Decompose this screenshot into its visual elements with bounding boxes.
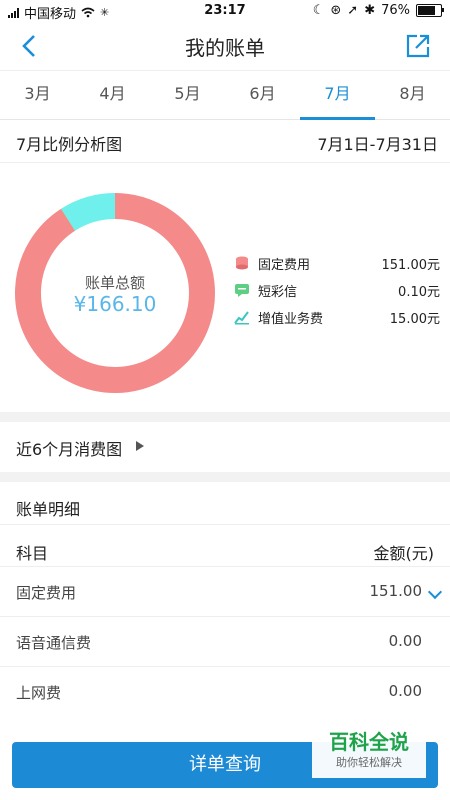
location-icon: ➚ [347, 3, 359, 18]
table-row[interactable]: 固定费用 151.00 [0, 566, 450, 617]
legend-label: 短彩信 [258, 284, 298, 300]
table-row: 上网费 0.00 [0, 666, 450, 717]
battery-icon [416, 4, 444, 17]
status-bar: 中国移动 ✳ 23:17 ☾ ⊛ ➚ ✱ 76% [0, 0, 450, 22]
table-row: 语音通信费 0.00 [0, 616, 450, 667]
donut-slice [61, 193, 116, 231]
tab-month[interactable]: 5月 [150, 71, 225, 119]
legend-value: 0.10元 [398, 284, 440, 300]
battery-fill [418, 6, 435, 15]
expand-triangle-icon [136, 441, 144, 451]
section-divider [0, 472, 450, 482]
page-title: 我的账单 [185, 36, 265, 60]
watermark-title: 百科全说 [329, 730, 409, 754]
legend-value: 151.00元 [381, 257, 441, 273]
row-amount: 0.00 [388, 632, 422, 650]
recent-consumption-label: 近6个月消费图 [16, 440, 123, 459]
row-item: 上网费 [16, 684, 62, 702]
watermark: 百科全说 助你轻松解决 [312, 722, 426, 778]
chevron-down-icon[interactable] [427, 584, 443, 600]
legend-item: 增值业务费 15.00元 [234, 306, 440, 328]
section-divider [0, 412, 450, 422]
message-icon [235, 284, 249, 297]
tab-month[interactable]: 8月 [375, 71, 450, 119]
status-right: ☾ ⊛ ➚ ✱ 76% [312, 3, 444, 18]
row-item: 固定费用 [16, 584, 77, 602]
legend-value: 15.00元 [389, 311, 440, 327]
moon-icon: ☾ [312, 3, 325, 18]
legend-item: 短彩信 0.10元 [234, 279, 440, 301]
row-amount: 151.00 [369, 582, 423, 600]
analysis-title: 7月比例分析图 [16, 135, 123, 154]
legend-label: 固定费用 [258, 257, 311, 273]
growth-chart-icon [234, 311, 249, 325]
donut-center-label: 账单总额 [84, 274, 145, 292]
legend-item: 固定费用 151.00元 [234, 252, 440, 274]
row-item: 语音通信费 [16, 634, 92, 652]
row-amount: 0.00 [388, 682, 422, 700]
bluetooth-icon: ✱ [364, 3, 376, 18]
tab-month[interactable]: 3月 [0, 71, 75, 119]
date-range: 7月1日-7月31日 [317, 135, 438, 154]
coins-icon [236, 256, 248, 270]
analysis-header: 7月比例分析图 7月1日-7月31日 [0, 119, 450, 163]
navigation-bar: 我的账单 [0, 22, 450, 70]
battery-percent: 76% [381, 3, 410, 18]
detail-title: 账单明细 [16, 500, 81, 519]
month-tabs: 3月 4月 5月 6月 7月 8月 [0, 70, 450, 120]
share-icon[interactable] [404, 32, 432, 60]
column-header-item: 科目 [16, 544, 49, 563]
donut-center-value: ¥166.10 [73, 292, 157, 316]
tab-month[interactable]: 4月 [75, 71, 150, 119]
tab-month[interactable]: 6月 [225, 71, 300, 119]
recent-consumption-link[interactable]: 近6个月消费图 [0, 422, 450, 472]
legend-label: 增值业务费 [258, 311, 324, 327]
watermark-subtitle: 助你轻松解决 [336, 756, 402, 769]
column-header-amount: 金额(元) [373, 544, 435, 563]
tab-month-active[interactable]: 7月 [300, 71, 375, 120]
lock-rotation-icon: ⊛ [330, 3, 342, 18]
